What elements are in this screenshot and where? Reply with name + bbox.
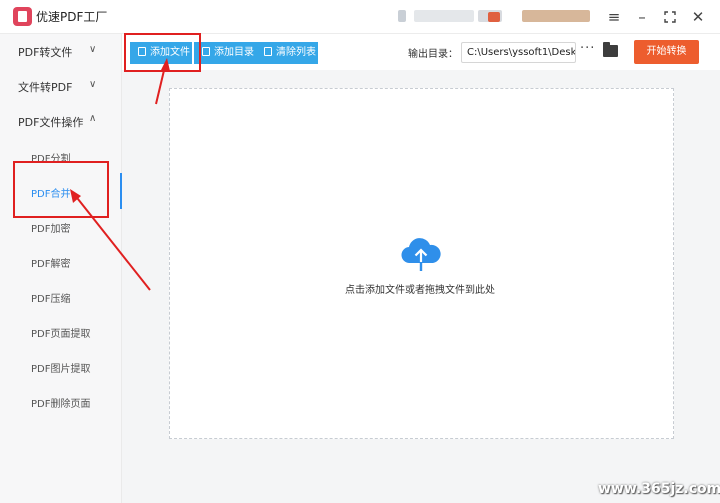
more-icon[interactable]: ··· [580, 41, 595, 56]
annotation-box [124, 33, 201, 72]
app-title: 优速PDF工厂 [36, 10, 108, 24]
clear-list-button[interactable]: 清除列表 [256, 42, 318, 64]
folder-icon [202, 47, 210, 56]
blurred-region [398, 10, 406, 22]
add-folder-label: 添加目录 [214, 47, 254, 58]
sidebar-item-pdf-encrypt[interactable]: PDF加密 [31, 220, 70, 235]
trash-icon [264, 47, 272, 56]
title-bar: 优速PDF工厂 ≡ – ✕ [0, 0, 720, 34]
blurred-region [522, 10, 590, 22]
sidebar-item-pdf-compress[interactable]: PDF压缩 [31, 290, 70, 305]
sidebar-group-pdf-operations[interactable]: PDF文件操作 [18, 114, 83, 130]
chevron-down-icon[interactable]: ∨ [89, 44, 96, 55]
sidebar-item-pdf-delete-page[interactable]: PDF删除页面 [31, 395, 90, 410]
sidebar-item-pdf-image-extract[interactable]: PDF图片提取 [31, 360, 90, 375]
output-dir-field[interactable]: C:\Users\yssoft1\Deskto [461, 42, 576, 63]
menu-icon[interactable]: ≡ [604, 7, 624, 27]
chevron-up-icon[interactable]: ∧ [89, 113, 96, 124]
annotation-box [13, 161, 109, 218]
blurred-region [414, 10, 474, 22]
sidebar-group-file-to-pdf[interactable]: 文件转PDF [18, 79, 72, 95]
sidebar-group-pdf-to-file[interactable]: PDF转文件 [18, 44, 72, 60]
folder-open-icon[interactable] [603, 42, 618, 57]
minimize-icon[interactable]: – [632, 7, 652, 27]
chevron-down-icon[interactable]: ∨ [89, 79, 96, 90]
watermark: www.365jz.com [598, 481, 720, 497]
drop-hint: 点击添加文件或者拖拽文件到此处 [345, 285, 495, 296]
add-folder-button[interactable]: 添加目录 [194, 42, 256, 64]
cloud-upload-icon[interactable] [400, 237, 442, 275]
start-convert-button[interactable]: 开始转换 [634, 40, 699, 64]
clear-list-label: 清除列表 [276, 47, 316, 58]
output-dir-label: 输出目录： [408, 49, 458, 60]
app-logo-icon [13, 7, 32, 26]
close-icon[interactable]: ✕ [688, 7, 708, 27]
sidebar-item-pdf-decrypt[interactable]: PDF解密 [31, 255, 70, 270]
blurred-region [488, 12, 500, 22]
maximize-icon[interactable] [660, 7, 680, 27]
sidebar-item-pdf-page-extract[interactable]: PDF页面提取 [31, 325, 90, 340]
